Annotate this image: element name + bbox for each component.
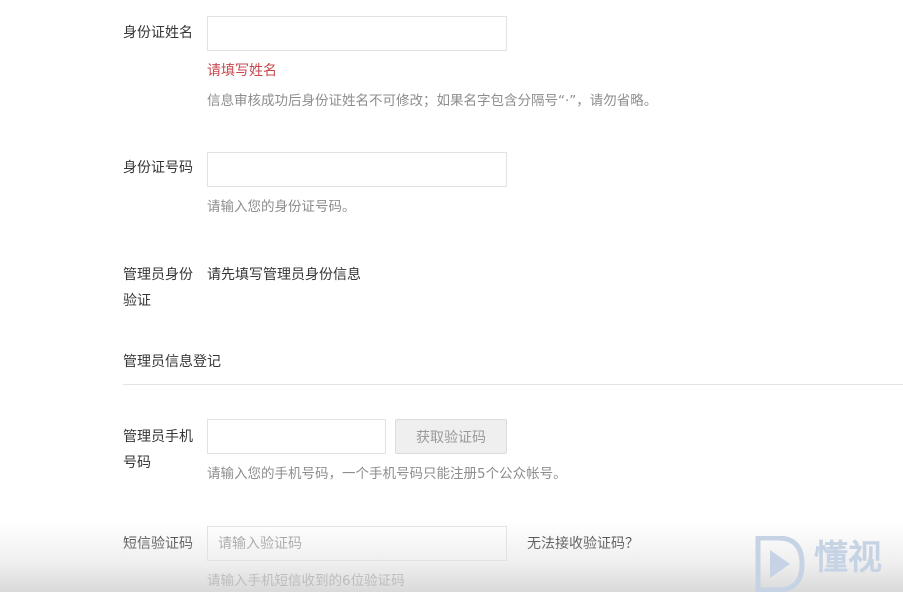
admin-verify-label: 管理员身份 验证 xyxy=(123,262,203,314)
sms-code-hint: 请输入手机短信收到的6位验证码 xyxy=(207,573,405,589)
admin-verify-label-line2: 验证 xyxy=(123,293,151,309)
admin-verify-label-line1: 管理员身份 xyxy=(123,267,193,283)
name-error-text: 请填写姓名 xyxy=(207,63,277,79)
name-hint: 信息审核成功后身份证姓名不可修改；如果名字包含分隔号“·”，请勿省略。 xyxy=(207,93,658,109)
watermark: 懂视 xyxy=(752,535,903,593)
section-divider xyxy=(123,384,903,385)
admin-verify-text: 请先填写管理员身份信息 xyxy=(207,267,361,283)
section-title: 管理员信息登记 xyxy=(123,354,221,370)
id-number-input[interactable] xyxy=(207,152,507,187)
name-input[interactable] xyxy=(207,16,507,51)
cannot-receive-code-link[interactable]: 无法接收验证码？ xyxy=(527,531,639,557)
play-logo-icon xyxy=(755,535,805,593)
phone-hint: 请输入您的手机号码，一个手机号码只能注册5个公众帐号。 xyxy=(207,466,567,482)
sms-code-input[interactable] xyxy=(207,526,507,561)
phone-label: 管理员手机 号码 xyxy=(123,424,203,476)
id-number-hint: 请输入您的身份证号码。 xyxy=(207,199,356,215)
name-label: 身份证姓名 xyxy=(123,25,193,41)
id-number-label: 身份证号码 xyxy=(123,160,193,176)
watermark-text: 懂视 xyxy=(814,538,882,578)
phone-label-line2: 号码 xyxy=(123,455,151,471)
phone-label-line1: 管理员手机 xyxy=(123,429,193,445)
sms-code-label: 短信验证码 xyxy=(123,536,193,552)
phone-input[interactable] xyxy=(207,419,386,454)
get-code-button[interactable]: 获取验证码 xyxy=(395,419,507,454)
